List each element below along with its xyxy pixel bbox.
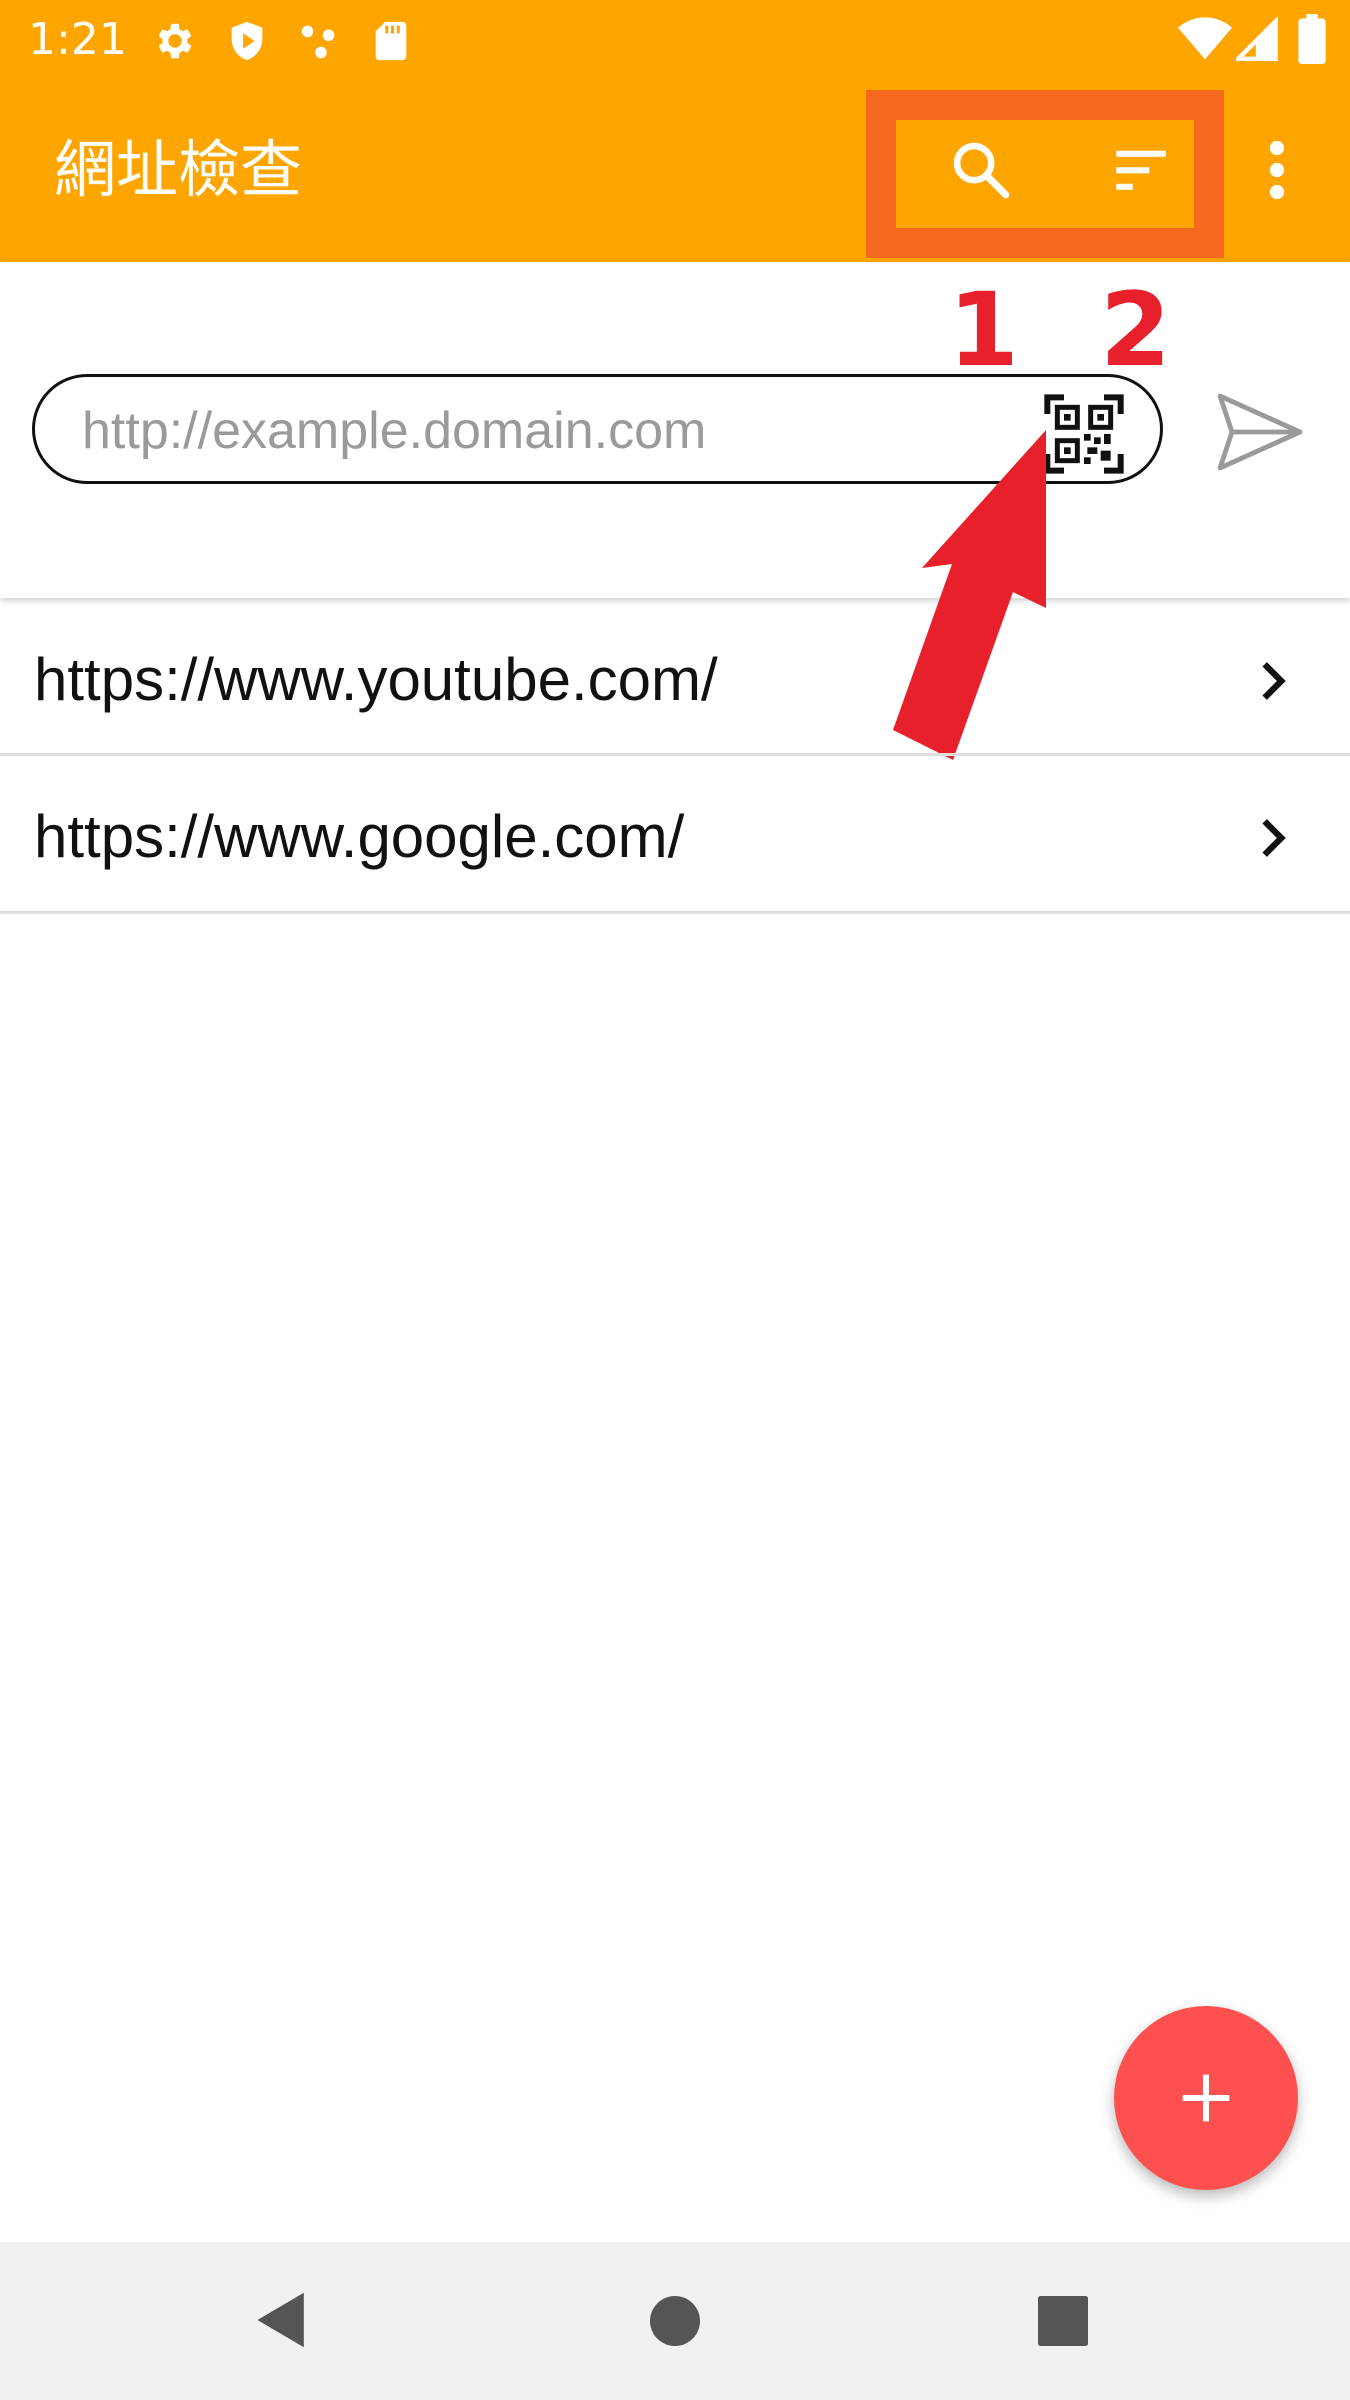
battery-icon: [1298, 14, 1326, 64]
annotation-label-1: 1: [948, 271, 1019, 390]
sd-card-icon: [375, 21, 407, 61]
more-options-button[interactable]: [1232, 120, 1322, 220]
recents-icon[interactable]: [1038, 2296, 1088, 2346]
chevron-right-icon: [1262, 662, 1286, 700]
page-title: 網址檢查: [54, 133, 303, 206]
dots-icon: [301, 25, 335, 59]
list-item-url: https://www.google.com/: [34, 803, 685, 870]
qr-scan-icon[interactable]: [1044, 394, 1124, 474]
url-input[interactable]: [80, 384, 1004, 478]
settings-icon: [158, 23, 192, 59]
chevron-right-icon: [1262, 819, 1286, 857]
search-button[interactable]: [926, 120, 1036, 220]
annotation-label-2: 2: [1100, 271, 1171, 390]
status-time: 1:21: [28, 14, 127, 65]
add-button[interactable]: [1114, 2006, 1298, 2190]
list-item-url: https://www.youtube.com/: [34, 646, 718, 713]
send-icon[interactable]: [1212, 384, 1308, 480]
back-icon[interactable]: [254, 2290, 310, 2350]
shield-play-icon: [231, 21, 263, 61]
search-icon: [953, 142, 1010, 199]
sort-button[interactable]: [1086, 120, 1196, 220]
signal-icon: [1236, 16, 1278, 61]
wifi-icon: [1178, 17, 1232, 60]
home-icon[interactable]: [650, 2296, 700, 2346]
sort-icon: [1116, 150, 1166, 190]
plus-icon: [1182, 2074, 1230, 2122]
more-vert-icon: [1269, 140, 1285, 200]
